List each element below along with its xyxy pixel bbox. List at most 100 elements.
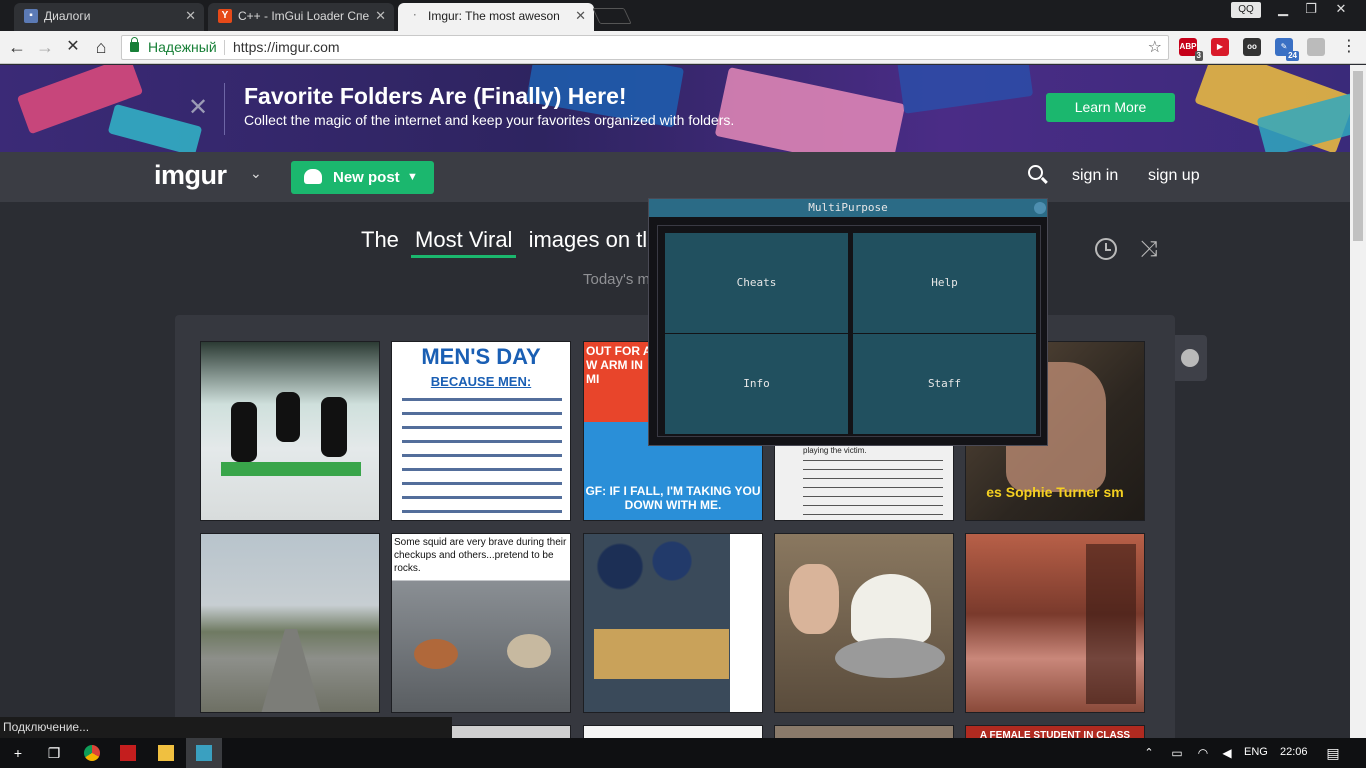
gallery-subtitle: Today's m	[583, 271, 651, 288]
pen-ext-icon[interactable]: ✎ 24	[1275, 38, 1299, 61]
clock-time[interactable]: 22:06	[1280, 746, 1308, 758]
gallery-thumbnail[interactable]: Some squid are very brave during their c…	[391, 533, 571, 713]
bookmark-star-icon[interactable]: ☆	[1148, 36, 1162, 59]
chevron-down-icon[interactable]: ⌄	[250, 165, 262, 182]
heading-prefix: The	[361, 227, 399, 252]
filezilla-taskbar-icon[interactable]	[110, 738, 146, 768]
comments-toggle-button[interactable]	[1175, 335, 1207, 381]
cheats-button[interactable]: Cheats	[665, 233, 848, 333]
action-center-icon[interactable]: ▤	[1318, 738, 1348, 768]
stop-loading-icon[interactable]: ✕	[62, 36, 84, 58]
promo-banner: ✕ Favorite Folders Are (Finally) Here! C…	[0, 65, 1350, 152]
thumbnail-caption: playing the victim.	[803, 446, 867, 455]
tab-imgui-loader[interactable]: Y C++ - ImGui Loader Спе ✕	[208, 3, 394, 31]
sign-up-link[interactable]: sign up	[1148, 167, 1200, 185]
windows-taskbar: + ❐ ⌃ ▭ ◠ ◀ ENG 22:06 ▤	[0, 738, 1366, 768]
abp-icon[interactable]: ABP 3	[1179, 38, 1203, 61]
tab-title: C++ - ImGui Loader Спе	[238, 9, 370, 23]
url-text[interactable]: https://imgur.com	[233, 36, 340, 59]
menu-dots-icon[interactable]: ⋮	[1338, 36, 1360, 58]
gallery-thumbnail[interactable]: MEN'S DAY BECAUSE MEN:	[391, 341, 571, 521]
eyes-ext-icon[interactable]: oo	[1243, 38, 1261, 56]
restore-icon[interactable]: ❐	[1296, 0, 1326, 20]
language-indicator[interactable]: ENG	[1244, 746, 1268, 758]
thumbnail-caption: es Sophie Turner sm	[986, 484, 1124, 500]
tab-dialogs[interactable]: ▪ Диалоги ✕	[14, 3, 204, 31]
back-arrow-icon[interactable]: ←	[6, 36, 28, 58]
close-tab-icon[interactable]: ✕	[185, 3, 196, 29]
clock-icon[interactable]	[1095, 238, 1117, 260]
shuffle-icon[interactable]: ⤨	[1140, 236, 1158, 262]
pen-ext-badge: 24	[1286, 51, 1299, 61]
gallery-thumbnail[interactable]	[200, 533, 380, 713]
browser-toolbar: ← → ✕ ⌂ Надежный https://imgur.com ☆ ABP…	[0, 31, 1366, 64]
gallery-thumbnail[interactable]	[774, 725, 954, 738]
close-window-icon[interactable]: ✕	[1326, 0, 1356, 20]
secure-label: Надежный	[148, 39, 217, 55]
thumbnail-caption: OUT FOR A W ARM IN MI	[586, 344, 652, 386]
forward-arrow-icon[interactable]: →	[34, 36, 56, 58]
task-view-icon[interactable]: ❐	[36, 738, 72, 768]
thumbnail-caption: MEN'S DAY	[421, 344, 541, 369]
thumbnail-caption: A FEMALE STUDENT IN CLASS TODAY	[979, 730, 1131, 738]
sort-dropdown[interactable]: Most Viral	[411, 227, 517, 258]
browser-status-bubble: Подключение...	[0, 717, 452, 738]
info-button[interactable]: Info	[665, 334, 848, 434]
gallery-heading: The Most Viral images on tl	[361, 227, 647, 258]
search-icon[interactable]	[1028, 165, 1043, 180]
thumbnail-caption: GF: IF I FALL, I'M TAKING YOU DOWN WITH …	[585, 484, 761, 512]
staff-button[interactable]: Staff	[853, 334, 1036, 434]
site-header: imgur ⌄ New post ▼ sign in sign up	[0, 152, 1350, 202]
thumbnail-caption: BECAUSE MEN:	[430, 374, 532, 389]
minimize-icon[interactable]: ▁	[1268, 0, 1298, 20]
chevron-up-icon[interactable]: ⌃	[1136, 738, 1162, 768]
start-icon[interactable]: +	[0, 738, 36, 768]
video-ext-icon[interactable]: ▶	[1211, 38, 1229, 56]
gallery-thumbnail[interactable]	[774, 533, 954, 713]
app-taskbar-icon[interactable]	[186, 738, 222, 768]
scrollbar-thumb[interactable]	[1353, 71, 1363, 241]
banner-decoration	[896, 65, 1034, 114]
promo-subtitle: Collect the magic of the internet and ke…	[244, 112, 735, 128]
learn-more-button[interactable]: Learn More	[1046, 93, 1175, 122]
gallery-thumbnail[interactable]	[583, 725, 763, 738]
tab-imgur[interactable]: · Imgur: The most aweson ✕	[398, 3, 594, 31]
browser-tab-strip: ▪ Диалоги ✕ Y C++ - ImGui Loader Спе ✕ ·…	[0, 0, 1366, 31]
tab-title: Imgur: The most aweson	[428, 9, 560, 23]
new-post-label: New post	[333, 169, 400, 186]
gallery-thumbnail[interactable]	[200, 341, 380, 521]
close-tab-icon[interactable]: ✕	[575, 3, 586, 29]
imgui-title-bar[interactable]: MultiPurpose	[649, 199, 1047, 217]
promo-close-icon[interactable]: ✕	[188, 93, 208, 122]
wifi-icon[interactable]: ◠	[1190, 738, 1216, 768]
help-button[interactable]: Help	[853, 233, 1036, 333]
file-explorer-icon[interactable]	[148, 738, 184, 768]
gallery-thumbnail[interactable]: A FEMALE STUDENT IN CLASS TODAY	[965, 725, 1145, 738]
new-post-button[interactable]: New post ▼	[291, 161, 434, 194]
chrome-taskbar-icon[interactable]	[74, 738, 110, 768]
url-divider	[224, 40, 225, 55]
page-scrollbar[interactable]	[1350, 65, 1366, 738]
imgui-collapse-icon[interactable]	[1034, 202, 1046, 214]
disabled-ext-icon[interactable]	[1307, 38, 1325, 56]
imgur-logo[interactable]: imgur	[154, 160, 227, 191]
tab-title: Диалоги	[44, 9, 91, 23]
new-tab-button[interactable]	[592, 8, 632, 24]
heading-suffix: images on tl	[528, 227, 648, 252]
profile-button[interactable]: QQ	[1231, 2, 1261, 18]
close-tab-icon[interactable]: ✕	[375, 3, 386, 29]
gallery-thumbnail[interactable]	[583, 533, 763, 713]
gallery-thumbnail[interactable]	[965, 533, 1145, 713]
imgui-child-frame: Cheats Help Info Staff	[657, 225, 1041, 437]
sign-in-link[interactable]: sign in	[1072, 167, 1118, 185]
comment-bubble-icon	[1181, 349, 1199, 367]
promo-title: Favorite Folders Are (Finally) Here!	[244, 83, 627, 109]
chevron-down-icon: ▼	[407, 171, 418, 183]
volume-icon[interactable]: ◀	[1214, 738, 1240, 768]
imgui-window[interactable]: MultiPurpose Cheats Help Info Staff	[648, 198, 1048, 446]
home-icon[interactable]: ⌂	[90, 36, 112, 58]
battery-icon[interactable]: ▭	[1164, 738, 1190, 768]
address-bar[interactable]: Надежный https://imgur.com ☆	[121, 35, 1169, 60]
cloud-upload-icon	[304, 169, 322, 184]
promo-divider	[224, 83, 225, 135]
